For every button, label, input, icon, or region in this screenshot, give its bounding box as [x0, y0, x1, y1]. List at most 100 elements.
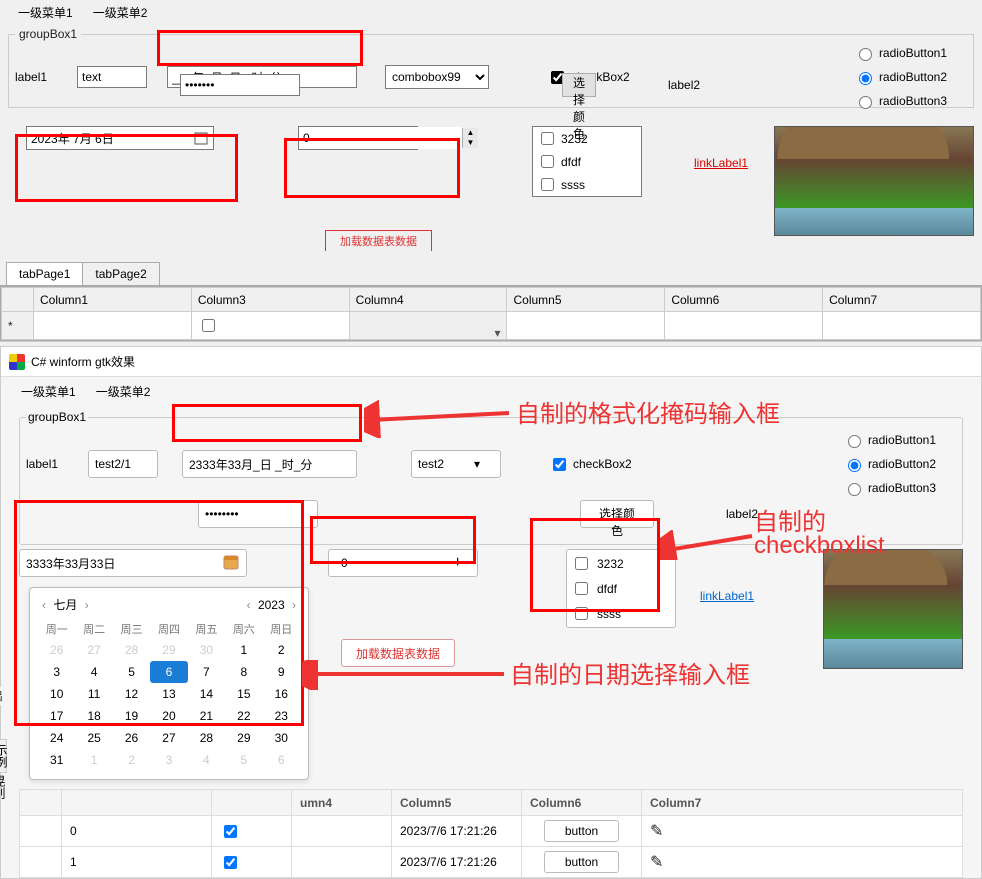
calendar-day[interactable]: 15: [225, 683, 262, 705]
password-input[interactable]: [198, 500, 318, 528]
calendar-day[interactable]: 21: [188, 705, 225, 727]
checklist-item[interactable]: dfdf: [533, 150, 641, 173]
menu-item-1[interactable]: 一级菜单1: [21, 383, 76, 400]
password-input[interactable]: [180, 74, 300, 96]
calendar-day[interactable]: 2: [263, 639, 300, 661]
row-checkbox[interactable]: [224, 856, 237, 869]
calendar-day[interactable]: 6: [263, 749, 300, 771]
calendar-day[interactable]: 5: [225, 749, 262, 771]
calendar-day[interactable]: 4: [75, 661, 112, 683]
checkbox2[interactable]: checkBox2: [549, 455, 632, 474]
calendar-day[interactable]: 4: [188, 749, 225, 771]
spin-up-button[interactable]: +: [443, 550, 471, 576]
text-input[interactable]: [77, 66, 147, 88]
calendar-day[interactable]: 18: [75, 705, 112, 727]
calendar-day[interactable]: 20: [150, 705, 187, 727]
calendar-day[interactable]: 1: [225, 639, 262, 661]
calendar-day[interactable]: 31: [38, 749, 75, 771]
checklist-item[interactable]: ssss: [571, 604, 671, 623]
calendar-grid[interactable]: 周一周二周三周四周五周六周日26272829301234567891011121…: [38, 619, 300, 771]
row-button[interactable]: button: [544, 851, 619, 873]
calendar-day[interactable]: 6: [150, 661, 187, 683]
calendar-day[interactable]: 17: [38, 705, 75, 727]
next-month-button[interactable]: ›: [81, 598, 93, 612]
calendar-day[interactable]: 5: [113, 661, 150, 683]
calendar-popup[interactable]: ‹ 七月 › ‹ 2023 › 周一周二周三周四周五周六周日2627282930…: [29, 587, 309, 780]
calendar-day[interactable]: 2: [113, 749, 150, 771]
calendar-day[interactable]: 24: [38, 727, 75, 749]
calendar-day[interactable]: 3: [150, 749, 187, 771]
data-grid[interactable]: umn4 Column5 Column6 Column7 0 2023/7/6 …: [19, 789, 963, 878]
calendar-day[interactable]: 29: [150, 639, 187, 661]
calendar-day[interactable]: 13: [150, 683, 187, 705]
calendar-day[interactable]: 1: [75, 749, 112, 771]
checkbox-list[interactable]: 3232 dfdf ssss: [532, 126, 642, 197]
link-label[interactable]: linkLabel1: [694, 156, 748, 170]
spin-down-button[interactable]: −: [415, 550, 443, 576]
numeric-spinner[interactable]: ▲ ▼: [298, 126, 418, 150]
calendar-day[interactable]: 27: [150, 727, 187, 749]
choose-color-button[interactable]: 选择颜色: [580, 500, 654, 528]
load-data-button[interactable]: 加载数据表数据: [325, 230, 432, 251]
calendar-day[interactable]: 9: [263, 661, 300, 683]
tab-page2[interactable]: tabPage2: [82, 262, 159, 285]
calendar-day[interactable]: 10: [38, 683, 75, 705]
checklist-item[interactable]: 3232: [571, 554, 671, 573]
radio1[interactable]: radioButton1: [843, 432, 936, 448]
checklist-item[interactable]: 3232: [533, 127, 641, 150]
edit-icon[interactable]: ✎: [642, 816, 963, 847]
calendar-day[interactable]: 12: [113, 683, 150, 705]
calendar-day[interactable]: 28: [188, 727, 225, 749]
tab-page1[interactable]: tabPage1: [6, 262, 83, 285]
calendar-day[interactable]: 23: [263, 705, 300, 727]
masked-input[interactable]: [182, 450, 357, 478]
radio1[interactable]: radioButton1: [854, 45, 947, 61]
spin-down-button[interactable]: ▼: [462, 138, 478, 148]
radio2[interactable]: radioButton2: [843, 456, 936, 472]
calendar-day[interactable]: 28: [113, 639, 150, 661]
calendar-day[interactable]: 14: [188, 683, 225, 705]
radio3[interactable]: radioButton3: [854, 93, 947, 109]
combobox[interactable]: test2▾: [411, 450, 501, 478]
menu-item-2[interactable]: 一级菜单2: [96, 383, 151, 400]
calendar-day[interactable]: 29: [225, 727, 262, 749]
calendar-day[interactable]: 8: [225, 661, 262, 683]
text-input[interactable]: [88, 450, 158, 478]
load-data-button[interactable]: 加载数据表数据: [341, 639, 455, 667]
calendar-day[interactable]: 3: [38, 661, 75, 683]
calendar-day[interactable]: 19: [113, 705, 150, 727]
next-year-button[interactable]: ›: [288, 598, 300, 612]
checklist-item[interactable]: dfdf: [571, 579, 671, 598]
calendar-day[interactable]: 27: [75, 639, 112, 661]
menu-item-2[interactable]: 一级菜单2: [93, 4, 148, 21]
numeric-spinner[interactable]: 0 − +: [328, 549, 478, 577]
calendar-day[interactable]: 11: [75, 683, 112, 705]
row-checkbox[interactable]: [224, 825, 237, 838]
choose-color-button[interactable]: 选择颜色: [562, 73, 596, 97]
calendar-day[interactable]: 26: [113, 727, 150, 749]
row-button[interactable]: button: [544, 820, 619, 842]
date-picker[interactable]: 3333年33月33日: [19, 549, 247, 577]
data-grid[interactable]: Column1 Column3 Column4 Column5 Column6 …: [0, 286, 982, 341]
link-label[interactable]: linkLabel1: [700, 589, 754, 603]
calendar-day[interactable]: 30: [263, 727, 300, 749]
side-button[interactable]: 示例: [0, 739, 7, 773]
calendar-day[interactable]: 25: [75, 727, 112, 749]
calendar-day[interactable]: 26: [38, 639, 75, 661]
calendar-day[interactable]: 16: [263, 683, 300, 705]
radio3[interactable]: radioButton3: [843, 480, 936, 496]
calendar-day[interactable]: 7: [188, 661, 225, 683]
dropdown-icon[interactable]: ▾: [494, 326, 500, 340]
spinner-input[interactable]: [299, 127, 462, 149]
checkbox-list[interactable]: 3232 dfdf ssss: [566, 549, 676, 628]
menu-item-1[interactable]: 一级菜单1: [18, 4, 73, 21]
radio2[interactable]: radioButton2: [854, 69, 947, 85]
prev-year-button[interactable]: ‹: [243, 598, 255, 612]
date-picker[interactable]: 2023年 7月 6日: [26, 126, 214, 150]
prev-month-button[interactable]: ‹: [38, 598, 50, 612]
calendar-day[interactable]: 22: [225, 705, 262, 727]
spin-up-button[interactable]: ▲: [462, 128, 478, 138]
calendar-day[interactable]: 30: [188, 639, 225, 661]
edit-icon[interactable]: ✎: [642, 847, 963, 878]
checklist-item[interactable]: ssss: [533, 173, 641, 196]
